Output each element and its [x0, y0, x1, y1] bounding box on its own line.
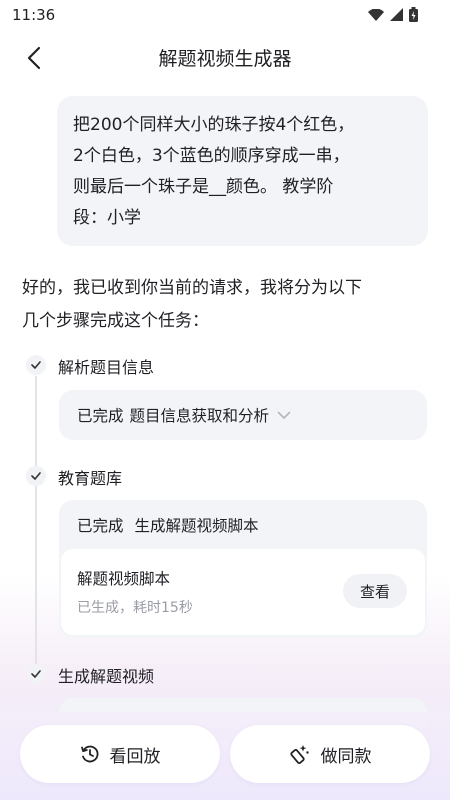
step-result-card: 已完成 生成解题视频脚本 解题视频脚本 已生成，耗时15秒 查看 [59, 500, 427, 638]
status-icons [368, 7, 418, 22]
make-same-button[interactable]: 做同款 [230, 725, 430, 783]
assistant-reply: 好的，我已收到你当前的请求，我将分为以下 几个步骤完成这个任务： [22, 272, 430, 338]
wifi-icon [368, 8, 384, 21]
step-parse-card[interactable]: 已完成 题目信息获取和分析 [59, 390, 427, 440]
reply-line: 好的，我已收到你当前的请求，我将分为以下 [22, 278, 362, 298]
script-item-subtitle: 已生成，耗时15秒 [77, 600, 193, 616]
timeline-line [35, 376, 37, 676]
step-check-icon [26, 355, 46, 375]
cellular-signal-icon [390, 8, 403, 21]
user-message-line: 2个白色，3个蓝色的顺序穿成一串， [73, 146, 350, 166]
user-message-line: 则最后一个珠子是__颜色。 教学阶 [73, 177, 334, 197]
replay-button[interactable]: 看回放 [20, 725, 220, 783]
battery-charging-icon [409, 7, 418, 22]
user-message-line: 把200个同样大小的珠子按4个红色， [73, 115, 355, 135]
step-check-icon [26, 664, 46, 684]
step-status: 已完成 [77, 517, 124, 535]
step-status: 已完成 [77, 407, 124, 425]
history-icon [80, 744, 100, 764]
step-card-text: 生成解题视频脚本 [134, 517, 259, 535]
step-title: 教育题库 [58, 469, 123, 488]
reply-line: 几个步骤完成这个任务： [22, 311, 209, 331]
step-title: 解析题目信息 [58, 358, 155, 377]
status-bar: 11:36 [0, 0, 450, 30]
view-button[interactable]: 查看 [343, 574, 407, 608]
chevron-down-icon [277, 411, 291, 420]
status-time: 11:36 [12, 6, 56, 24]
make-same-label: 做同款 [320, 746, 372, 767]
header: 解题视频生成器 [0, 36, 450, 80]
script-item-title: 解题视频脚本 [77, 570, 171, 588]
replay-label: 看回放 [109, 746, 161, 767]
magic-wand-icon [289, 743, 311, 765]
result-card-header: 已完成 生成解题视频脚本 [77, 514, 258, 536]
step-check-icon [26, 466, 46, 486]
script-item: 解题视频脚本 已生成，耗时15秒 查看 [61, 549, 425, 635]
step-card-text: 题目信息获取和分析 [129, 407, 270, 425]
step-title: 生成解题视频 [58, 667, 155, 686]
user-message-bubble: 把200个同样大小的珠子按4个红色， 2个白色，3个蓝色的顺序穿成一串， 则最后… [57, 96, 428, 246]
page-title: 解题视频生成器 [158, 48, 292, 70]
user-message-line: 段：小学 [73, 208, 141, 228]
